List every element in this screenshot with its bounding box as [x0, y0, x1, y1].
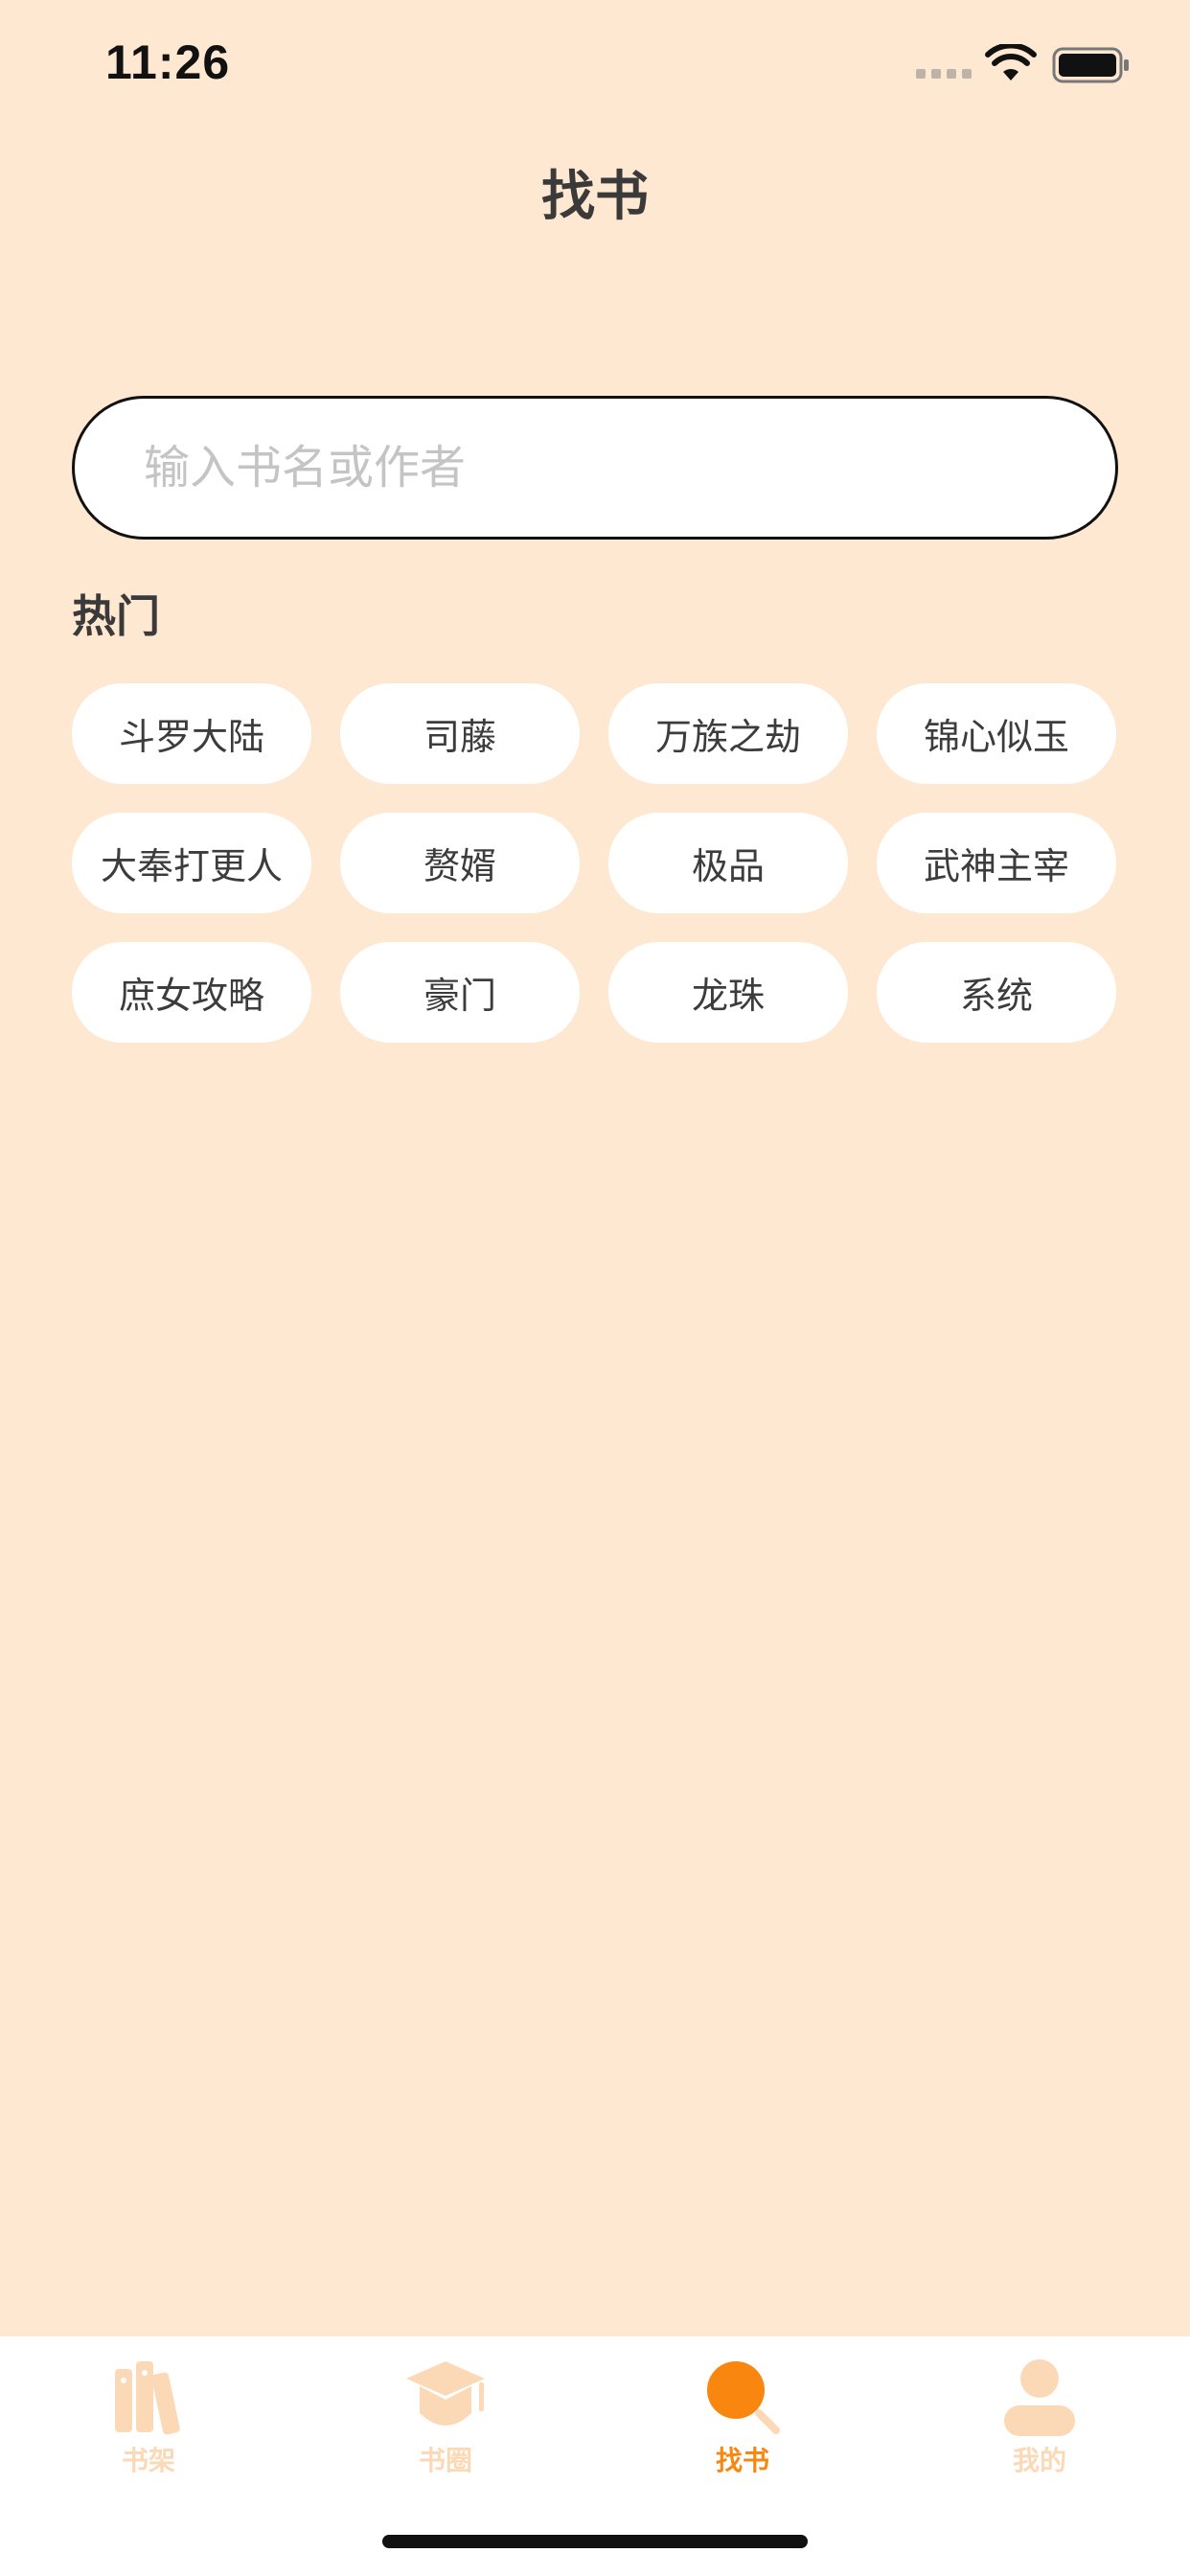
- tab-label: 找书: [715, 2445, 769, 2476]
- search-icon: [707, 2361, 780, 2434]
- tab-book-circle[interactable]: 书圈: [297, 2336, 594, 2499]
- status-time: 11:26: [105, 35, 231, 89]
- battery-icon: [1052, 47, 1129, 83]
- cellular-signal-icon: [916, 69, 972, 79]
- hot-tag[interactable]: 万族之劫: [608, 683, 848, 784]
- page-title: 找书: [541, 166, 649, 228]
- hot-tag[interactable]: 大奉打更人: [72, 813, 311, 913]
- hot-section-title: 热门: [72, 590, 160, 642]
- hot-tag[interactable]: 武神主宰: [877, 813, 1116, 913]
- hot-tag[interactable]: 系统: [877, 942, 1116, 1043]
- status-bar: 11:26: [0, 0, 1190, 126]
- profile-icon: [1004, 2359, 1075, 2436]
- hot-tag[interactable]: 庶女攻略: [72, 942, 311, 1043]
- hot-tag[interactable]: 赘婿: [340, 813, 580, 913]
- hot-tag[interactable]: 龙珠: [608, 942, 848, 1043]
- hot-tag[interactable]: 司藤: [340, 683, 580, 784]
- tab-mine[interactable]: 我的: [891, 2336, 1188, 2499]
- graduation-cap-icon: [406, 2361, 485, 2426]
- wifi-icon: [985, 44, 1037, 80]
- home-indicator: [382, 2535, 808, 2548]
- bookshelf-icon: [115, 2361, 180, 2435]
- hot-tag[interactable]: 斗罗大陆: [72, 683, 311, 784]
- hot-tag[interactable]: 极品: [608, 813, 848, 913]
- hot-tags-grid: 斗罗大陆 司藤 万族之劫 锦心似玉 大奉打更人 赘婿 极品 武神主宰 庶女攻略 …: [72, 683, 1118, 1043]
- search-input[interactable]: [144, 399, 1064, 537]
- hot-tag[interactable]: 锦心似玉: [877, 683, 1116, 784]
- tab-find-book[interactable]: 找书: [594, 2336, 891, 2499]
- tab-label: 书圈: [418, 2445, 472, 2476]
- tab-bookshelf[interactable]: 书架: [0, 2336, 297, 2499]
- hot-tag[interactable]: 豪门: [340, 942, 580, 1043]
- search-box[interactable]: [72, 396, 1118, 540]
- tab-label: 书架: [121, 2445, 175, 2476]
- tab-label: 我的: [1012, 2445, 1066, 2476]
